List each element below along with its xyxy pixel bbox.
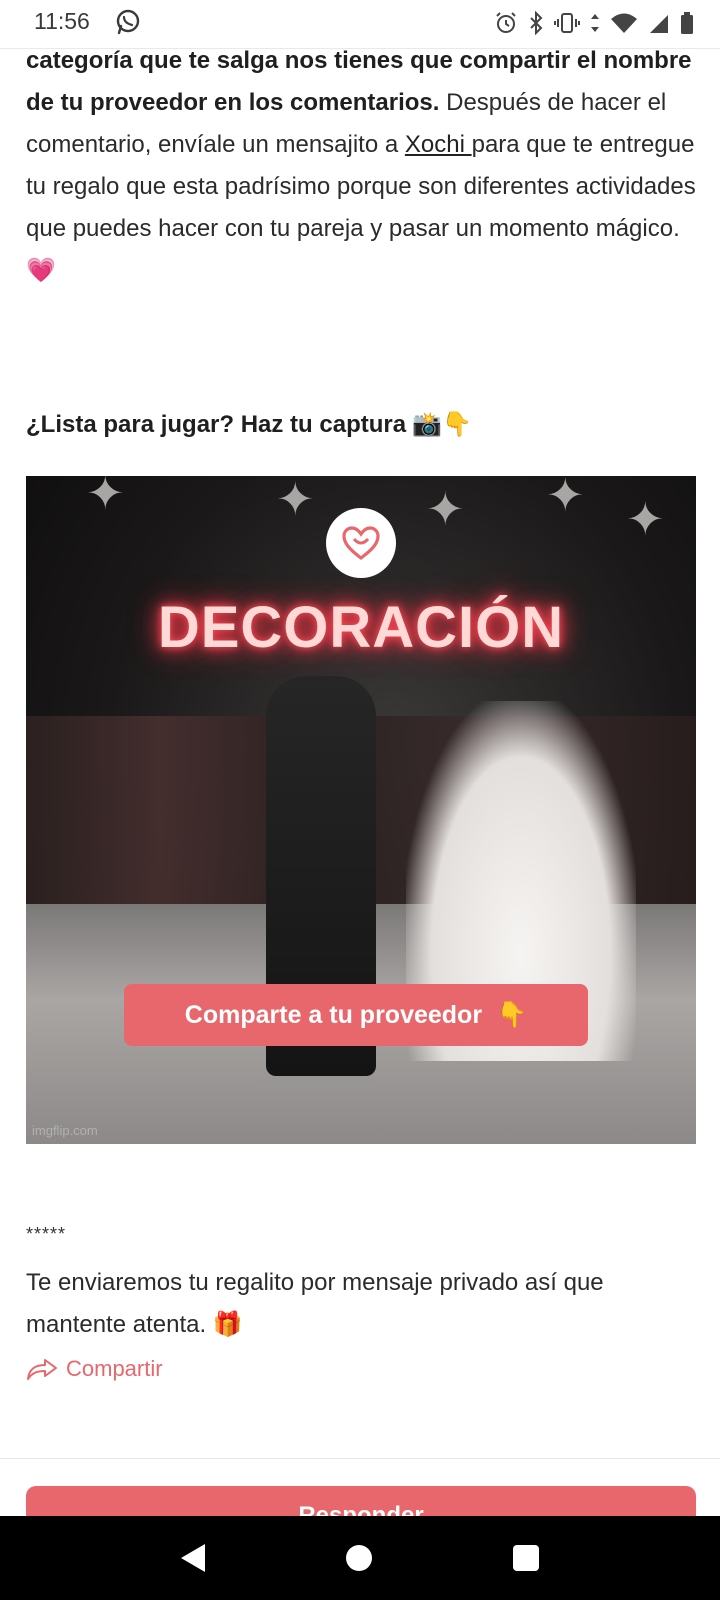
paragraph-2-text: Te enviaremos tu regalito por mensaje pr… (26, 1269, 604, 1338)
heart-logo (326, 508, 396, 578)
navigation-bar (0, 1516, 720, 1600)
heart-outline-icon (342, 526, 380, 561)
share-label: Compartir (66, 1356, 163, 1381)
watermark: imgflip.com (32, 1123, 98, 1138)
article-paragraph-2: Te enviaremos tu regalito por mensaje pr… (26, 1262, 696, 1346)
game-heading: ¿Lista para jugar? Haz tu captura 📸👇 (26, 410, 472, 439)
gift-icon: 🎁 (212, 1311, 243, 1338)
share-provider-banner: Comparte a tu proveedor 👇 (124, 984, 588, 1046)
star-decoration: ✦ (426, 483, 465, 535)
back-icon[interactable] (180, 1544, 205, 1572)
star-decoration: ✦ (86, 476, 125, 519)
heading-text: ¿Lista para jugar? Haz tu captura (26, 410, 407, 438)
wifi-icon (611, 13, 637, 33)
article-body: categoría que te salga nos tienes que co… (26, 40, 696, 292)
decoration-gif-image[interactable]: ✦ ✦ ✦ ✦ ✦ DECORACIÓN Comparte a tu prove… (26, 476, 696, 1144)
bluetooth-icon (530, 11, 543, 35)
pointing-down-icon: 👇 (496, 1000, 528, 1029)
star-decoration: ✦ (546, 476, 585, 521)
camera-pointing-icon: 📸👇 (412, 411, 472, 438)
share-button[interactable]: Compartir (26, 1356, 163, 1382)
vibrate-icon (554, 13, 580, 33)
share-arrow-icon (27, 1359, 57, 1380)
article-paragraph-1: categoría que te salga nos tienes que co… (26, 40, 696, 292)
data-arrows-icon (591, 14, 599, 32)
status-bar: 11:56 (0, 0, 720, 49)
star-decoration: ✦ (276, 476, 315, 525)
pink-heart-icon: 💗 (26, 257, 56, 284)
whatsapp-icon (116, 9, 140, 35)
home-icon[interactable] (345, 1545, 372, 1571)
status-time: 11:56 (34, 8, 90, 34)
decoration-title: DECORACIÓN (157, 595, 565, 660)
xochi-link[interactable]: Xochi (405, 131, 472, 158)
separator: ***** (26, 1224, 67, 1244)
battery-icon (681, 12, 693, 34)
status-icons (494, 10, 694, 36)
banner-label: Comparte a tu proveedor (184, 1000, 483, 1029)
recent-apps-icon[interactable] (513, 1545, 540, 1571)
signal-icon (650, 15, 668, 33)
alarm-icon (496, 12, 516, 33)
star-decoration: ✦ (626, 493, 665, 545)
divider (0, 1458, 720, 1459)
